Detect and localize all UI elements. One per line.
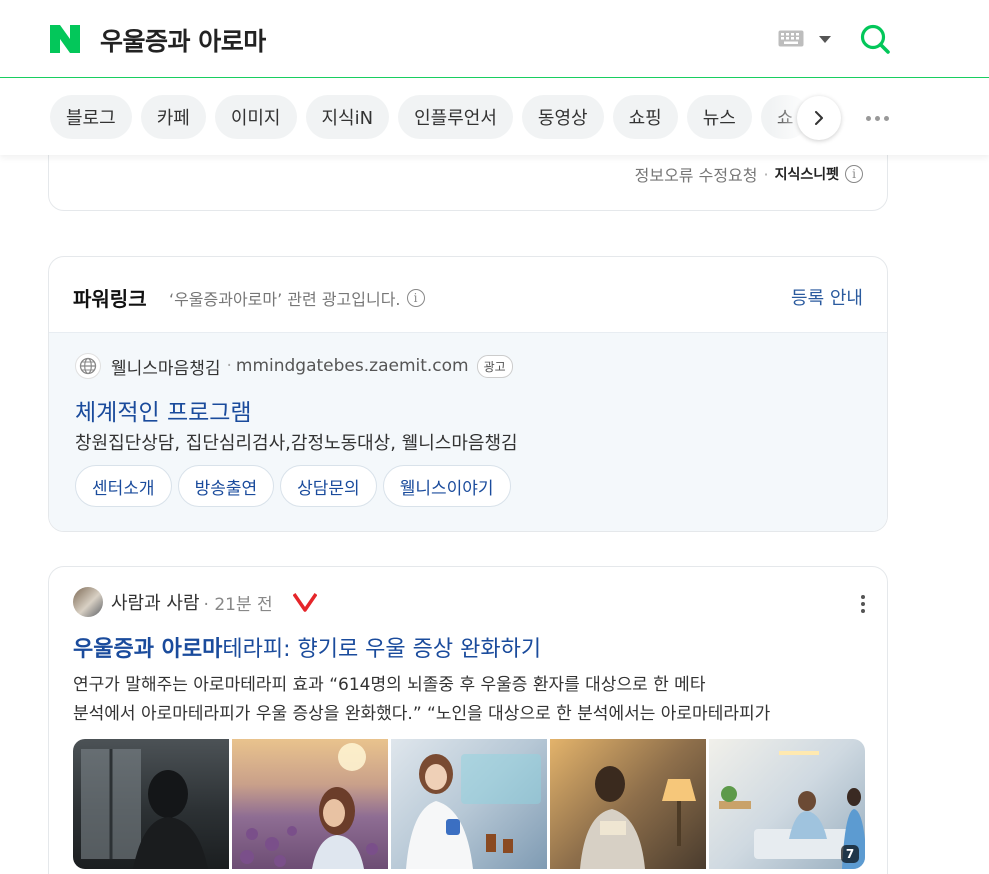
avatar[interactable] bbox=[73, 587, 103, 617]
dot bbox=[861, 602, 865, 606]
blog-time: · 21분 전 bbox=[203, 594, 273, 615]
chevron-right-icon bbox=[815, 111, 823, 125]
blog-title-link[interactable]: 우울증과 아로마테라피: 향기로 우울 증상 완화하기 bbox=[73, 631, 541, 663]
tab-blog[interactable]: 블로그 bbox=[50, 95, 132, 139]
blog-time-text: 21분 전 bbox=[214, 594, 273, 615]
thumbnail-image[interactable] bbox=[391, 739, 547, 869]
tab-shopping[interactable]: 쇼핑 bbox=[612, 95, 678, 139]
lavender-woman-image-icon bbox=[240, 743, 378, 869]
keyboard-icon[interactable] bbox=[778, 30, 804, 47]
search-tab-bar: 블로그 카페 이미지 지식iN 인플루언서 동영상 쇼핑 뉴스 쇼 bbox=[0, 79, 989, 155]
search-header: 우울증과 아로마 bbox=[0, 0, 989, 78]
image-count-badge: 7 bbox=[841, 845, 859, 863]
dot bbox=[884, 116, 889, 121]
search-icon[interactable] bbox=[858, 22, 892, 56]
snippet-footer: 정보오류 수정요청 · 지식스니펫 i bbox=[635, 162, 863, 186]
dot bbox=[861, 595, 865, 599]
blog-desc-line: 분석에서 아로마테라피가 우울 증상을 완화했다.” “노인을 대상으로 한 분… bbox=[73, 704, 771, 724]
tab-influencer[interactable]: 인플루언서 bbox=[398, 95, 513, 139]
powerlink-header: 파워링크 ‘우울증과아로마’ 관련 광고입니다. i 등록 안내 bbox=[49, 257, 887, 333]
blog-author[interactable]: 사람과 사람 bbox=[111, 589, 200, 615]
tab-image[interactable]: 이미지 bbox=[214, 95, 297, 139]
tab-cafe[interactable]: 카페 bbox=[140, 95, 206, 139]
dot bbox=[861, 609, 865, 613]
naver-logo-icon[interactable] bbox=[50, 25, 80, 53]
thumbnail-image[interactable] bbox=[73, 739, 229, 869]
ad-item: 웰니스마음챙김 · mmindgatebes.zaemit.com 광고 체계적… bbox=[49, 333, 887, 531]
powerlink-section: 파워링크 ‘우울증과아로마’ 관련 광고입니다. i 등록 안내 웰니스마음챙김… bbox=[48, 256, 888, 532]
scientist-image-icon bbox=[406, 754, 541, 869]
ad-url[interactable]: mmindgatebes.zaemit.com bbox=[236, 356, 469, 376]
blog-meta-row: 사람과 사람 · 21분 전 bbox=[73, 587, 317, 617]
tab-scroll-next-button[interactable] bbox=[797, 96, 841, 140]
woman-window-image-icon bbox=[81, 749, 208, 869]
chevron-down-icon[interactable] bbox=[819, 36, 831, 43]
ad-badge: 광고 bbox=[476, 354, 513, 378]
thumbnail-image[interactable] bbox=[550, 739, 706, 869]
info-icon[interactable]: i bbox=[406, 289, 425, 307]
powerlink-title: 파워링크 bbox=[73, 287, 147, 311]
dot bbox=[866, 116, 871, 121]
more-options-icon[interactable] bbox=[866, 116, 889, 121]
more-vertical-icon[interactable] bbox=[861, 595, 865, 613]
powerlink-subtitle-text: ‘우울증과아로마’ 관련 광고입니다. bbox=[169, 290, 401, 309]
tab-news[interactable]: 뉴스 bbox=[686, 95, 752, 139]
ad-sitelink[interactable]: 방송출연 bbox=[177, 465, 275, 507]
blog-description[interactable]: 연구가 말해주는 아로마테라피 효과 “614명의 뇌졸중 후 우울증 환자를 … bbox=[73, 671, 863, 729]
ad-sitelink[interactable]: 웰니스이야기 bbox=[382, 465, 511, 507]
ad-site-row[interactable]: 웰니스마음챙김 · mmindgatebes.zaemit.com 광고 bbox=[75, 353, 513, 379]
ad-sitelinks: 센터소개 방송출연 상담문의 웰니스이야기 bbox=[75, 465, 511, 507]
blog-title-rest: 테라피: 향기로 우울 증상 완화하기 bbox=[222, 637, 542, 662]
tab-kin[interactable]: 지식iN bbox=[305, 95, 390, 139]
ad-register-link[interactable]: 등록 안내 bbox=[791, 284, 863, 310]
dot bbox=[875, 116, 880, 121]
tab-list: 블로그 카페 이미지 지식iN 인플루언서 동영상 쇼핑 뉴스 쇼 bbox=[50, 95, 810, 139]
blog-thumbnails: 7 bbox=[73, 739, 865, 869]
blog-title-highlight: 우울증과 아로마 bbox=[73, 637, 223, 662]
ad-sitelink[interactable]: 센터소개 bbox=[75, 465, 172, 507]
powerlink-subtitle: ‘우울증과아로마’ 관련 광고입니다. i bbox=[169, 286, 425, 310]
ad-sitelink[interactable]: 상담문의 bbox=[280, 465, 377, 507]
thumbnail-image[interactable] bbox=[232, 739, 388, 869]
snippet-brand-label: 지식스니펫 bbox=[774, 167, 839, 183]
report-error-link[interactable]: 정보오류 수정요청 bbox=[635, 162, 758, 186]
separator-dot: · bbox=[226, 356, 232, 376]
ad-site-name[interactable]: 웰니스마음챙김 bbox=[111, 354, 220, 379]
info-icon[interactable]: i bbox=[845, 165, 863, 183]
globe-icon bbox=[75, 353, 101, 379]
influencer-v-icon bbox=[292, 593, 317, 612]
blog-result-card: 사람과 사람 · 21분 전 우울증과 아로마테라피: 향기로 우울 증상 완화… bbox=[48, 566, 888, 874]
ad-description: 창원집단상담, 집단심리검사,감정노동대상, 웰니스마음챙김 bbox=[75, 433, 518, 454]
separator-dot: · bbox=[763, 164, 769, 184]
blog-desc-line: 연구가 말해주는 아로마테라피 효과 “614명의 뇌졸중 후 우울증 환자를 … bbox=[73, 675, 706, 695]
search-query-text[interactable]: 우울증과 아로마 bbox=[100, 22, 266, 58]
tab-video[interactable]: 동영상 bbox=[521, 95, 604, 139]
reading-woman-image-icon bbox=[580, 766, 696, 869]
thumbnail-image[interactable]: 7 bbox=[709, 739, 865, 869]
ad-title-link[interactable]: 체계적인 프로그램 bbox=[75, 393, 252, 427]
